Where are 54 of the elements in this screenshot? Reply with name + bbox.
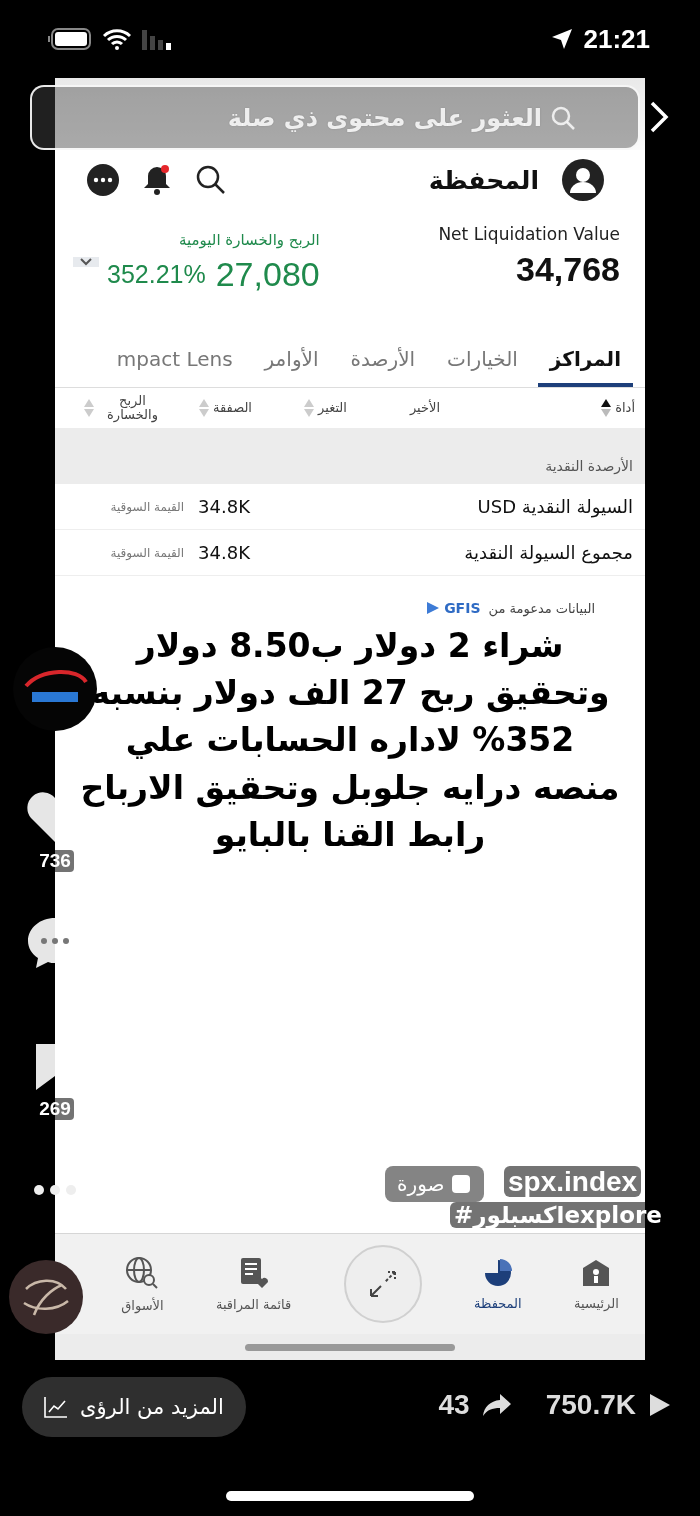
nav-tab[interactable]: الأسواق [121,1255,164,1313]
more-icon[interactable] [33,1184,77,1196]
group-title: الأرصدة النقدية [545,458,633,474]
avatar-icon[interactable] [561,158,605,202]
globe-search-icon [125,1255,160,1290]
expand-toggle[interactable] [73,257,99,267]
column-header[interactable]: التغير [318,400,347,416]
tab[interactable]: المراكز [537,347,633,387]
photo-badge: صورة [385,1166,485,1202]
save-count: 269 [36,1098,74,1120]
view-count: 750.7K [545,1389,636,1421]
signal-icon [142,28,174,50]
page-title: المحفظة [428,165,539,195]
nav-tab[interactable]: الرئيسية [574,1257,619,1311]
home-icon [581,1257,612,1288]
nav-tab[interactable]: المحفظة [474,1257,522,1311]
net-liquidation-label: Net Liquidation Value [438,224,620,244]
row-name: مجموع السيولة النقدية [463,542,633,563]
search-icon [550,104,576,131]
more-icon[interactable] [87,164,119,196]
sound-disc-icon[interactable] [8,1259,84,1335]
row-label: القيمة السوقية [110,545,185,560]
tab[interactable]: الأرصدة [338,347,428,387]
tab[interactable]: الخيارات [435,347,530,387]
column-header[interactable]: أداة [615,400,635,416]
daily-pnl-percent: 352.21% [107,259,206,289]
daily-pnl-label: الربح والخسارة اليومية [178,230,320,249]
username[interactable]: spx.index [504,1166,642,1197]
net-liquidation-value: 34,768 [516,250,620,289]
row-name: السيولة النقدية USD [476,496,633,517]
row-value: 34.8K [198,496,250,517]
column-header[interactable]: الربح والخسارة [97,393,168,423]
list-heart-icon [238,1256,269,1289]
data-source-text: البيانات مدعومة من [488,600,595,616]
provider-logo: GFIS [444,600,481,616]
tab[interactable]: الأوامر [252,347,331,387]
share-arrow-icon[interactable] [481,1392,512,1418]
search-icon[interactable] [195,164,227,196]
wifi-icon [102,28,132,50]
status-time: 21:21 [583,23,650,55]
column-header[interactable]: الصفقة [213,400,252,416]
tab[interactable]: mpact Lens [104,347,245,387]
column-header[interactable]: الأخير [409,400,441,416]
row-label: القيمة السوقية [110,499,185,514]
battery-icon [48,28,92,50]
pie-chart-icon [482,1257,513,1288]
line-chart-icon [44,1396,68,1418]
share-count: 43 [438,1389,470,1421]
play-icon [648,1392,672,1418]
insights-button[interactable]: المزيد من الرؤى [22,1377,246,1437]
nav-tab[interactable]: قائمة المراقبة [215,1256,292,1312]
sort-icon[interactable] [600,398,613,418]
row-value: 34.8K [198,542,250,563]
daily-pnl-value: 27,080 [215,254,320,294]
